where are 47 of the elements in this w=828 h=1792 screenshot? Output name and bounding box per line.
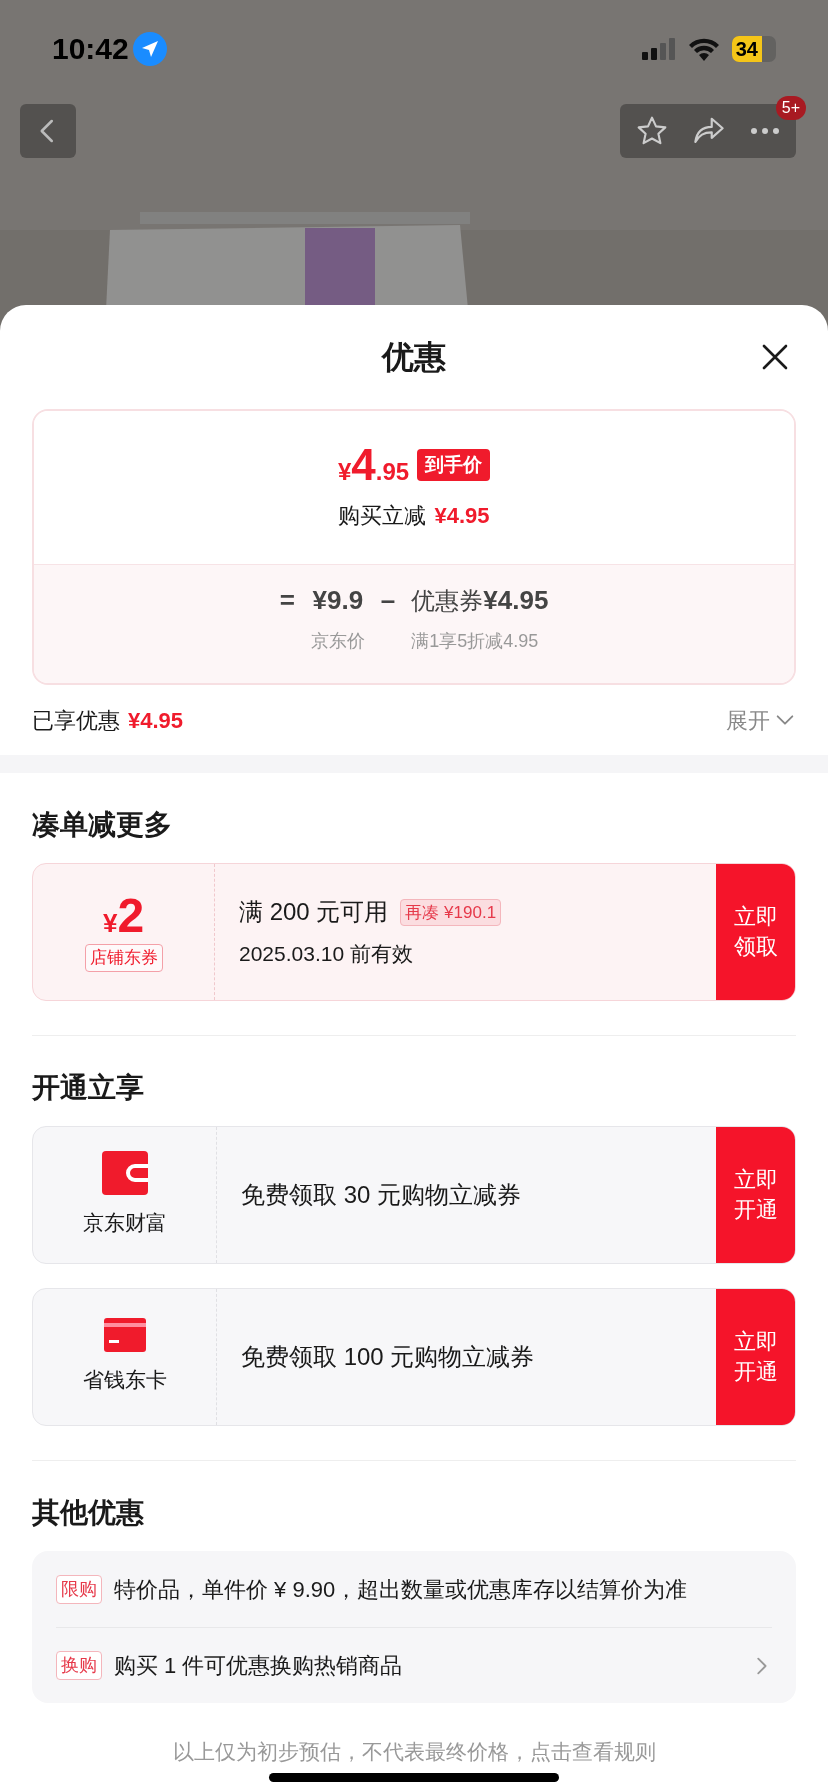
wallet-icon	[101, 1151, 148, 1196]
offer-tag: 换购	[56, 1651, 102, 1680]
status-time: 10:42	[52, 31, 129, 67]
signal-icon	[641, 37, 676, 60]
service-name: 省钱东卡	[82, 1367, 167, 1394]
coupon-validity: 2025.03.10 前有效	[239, 941, 414, 968]
offer-tag: 限购	[56, 1574, 102, 1604]
instant-discount-amount: ¥4.95	[434, 502, 490, 530]
claim-button[interactable]: 立即领取	[716, 864, 795, 1000]
savings-label: 已享优惠	[32, 706, 120, 735]
base-price: ¥9.9	[312, 584, 364, 617]
sheet-title: 优惠	[382, 338, 446, 377]
instant-discount-label: 购买立减	[338, 502, 427, 530]
battery-indicator: 34	[731, 35, 776, 62]
section-title: 凑单减更多	[32, 808, 172, 842]
service-offer: 免费领取 30 元购物立减券	[241, 1180, 522, 1210]
final-price-tag: 到手价	[417, 449, 491, 481]
coupon-caption: 满1享5折减4.95	[411, 630, 539, 653]
expand-button[interactable]: 展开	[726, 703, 796, 737]
activate-button[interactable]: 立即开通	[716, 1289, 795, 1425]
card-icon	[103, 1318, 146, 1353]
close-icon[interactable]	[762, 344, 788, 370]
offer-text[interactable]: 购买 1 件可优惠换购热销商品	[114, 1649, 738, 1682]
coupon-label: 优惠券	[411, 585, 484, 616]
star-icon[interactable]	[636, 115, 668, 147]
coupon-type-tag: 店铺东券	[84, 944, 163, 972]
back-button[interactable]	[20, 104, 76, 158]
wifi-icon	[687, 36, 720, 61]
service-offer: 免费领取 100 元购物立减券	[241, 1342, 535, 1372]
service-name: 京东财富	[82, 1210, 167, 1237]
minus-sign: –	[380, 584, 396, 617]
remaining-amount-tag: 再凑 ¥190.1	[400, 898, 502, 926]
offer-text: 特价品，单件价 ¥ 9.90，超出数量或优惠库存以结算价为准	[114, 1575, 689, 1604]
equals-sign: =	[279, 584, 295, 617]
location-icon	[132, 31, 167, 66]
base-price-caption: 京东价	[310, 630, 365, 653]
final-price: ¥4.95	[337, 443, 410, 487]
activate-button[interactable]: 立即开通	[716, 1127, 795, 1263]
section-title: 开通立享	[32, 1071, 144, 1105]
coupon-amount: ¥2	[102, 892, 145, 941]
savings-amount: ¥4.95	[128, 706, 184, 735]
more-icon[interactable]	[750, 127, 780, 135]
section-title: 其他优惠	[32, 1496, 144, 1530]
coupon-discount: ¥4.95	[483, 584, 549, 617]
disclaimer-link[interactable]: 以上仅为初步预估，不代表最终价格，点击查看规则	[172, 1735, 656, 1767]
coupon-condition: 满 200 元可用	[239, 897, 389, 928]
share-icon[interactable]	[692, 116, 726, 146]
